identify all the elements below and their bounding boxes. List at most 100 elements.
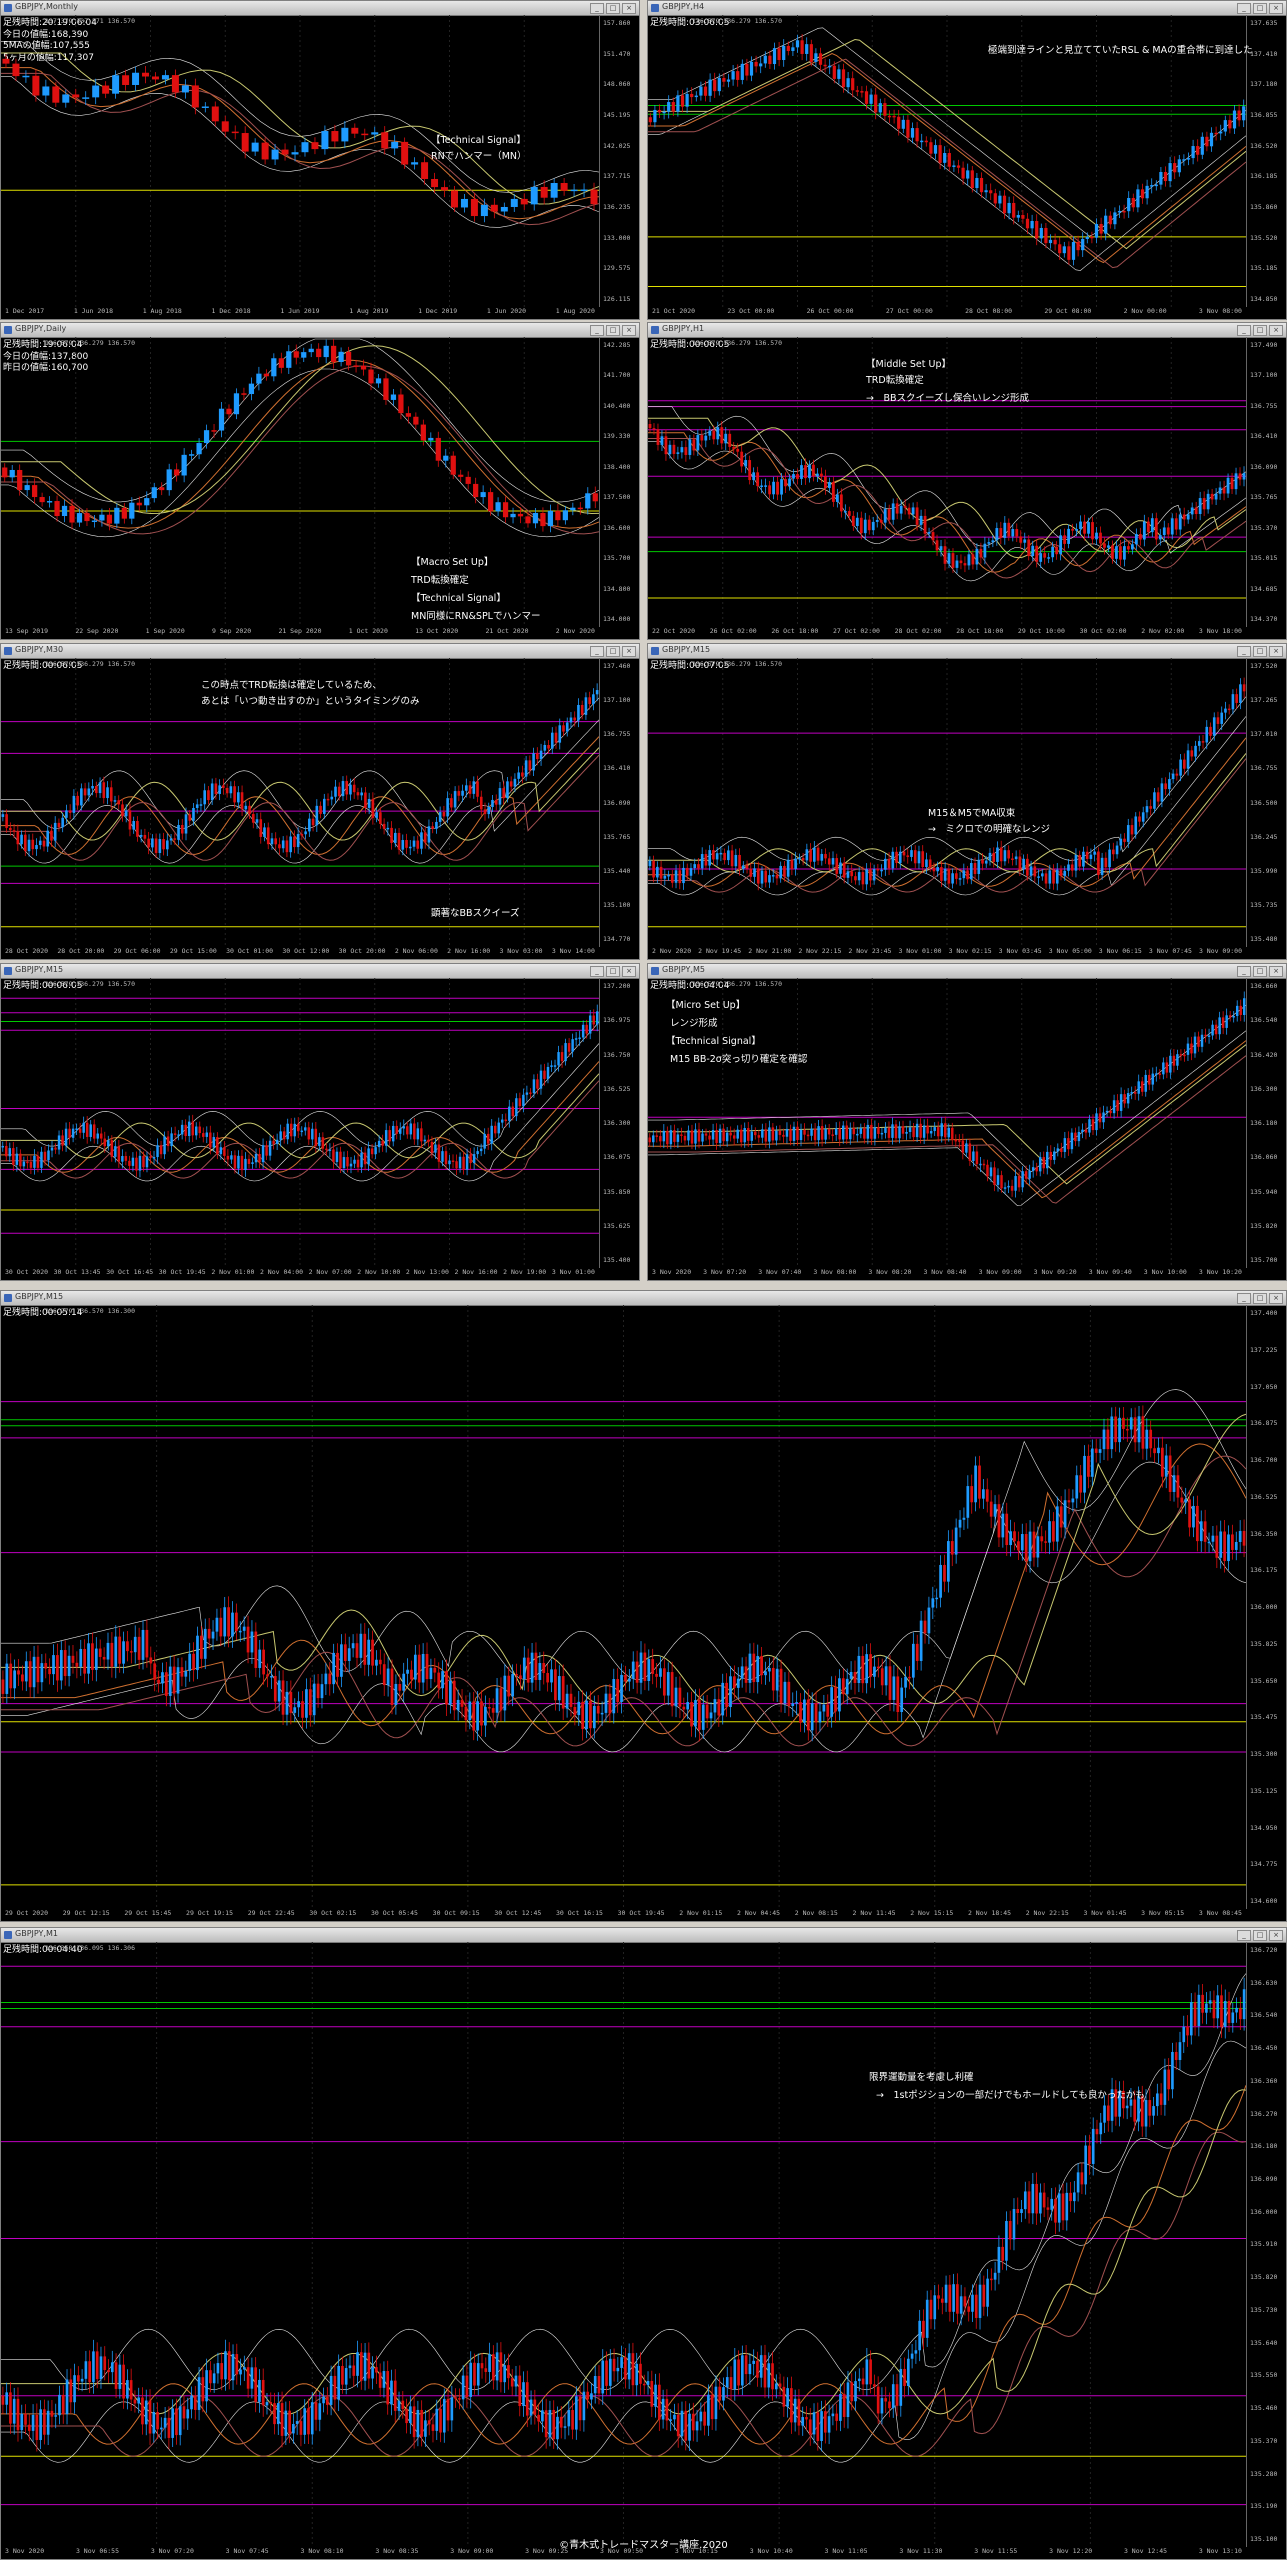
minimize-button[interactable]: _ bbox=[1237, 966, 1251, 977]
chart-window-h1[interactable]: GBPJPY,H1 _ □ × 足残時間:00:06:05 136.579 136.27… bbox=[647, 322, 1287, 640]
chart-plot-area[interactable]: 足残時間:00:07:05 136.579 136.279 136.570 137.… bbox=[648, 658, 1286, 959]
chart-plot-area[interactable]: 足残時間:00:06:05 136.579 136.279 136.570 137.… bbox=[648, 337, 1286, 639]
candle-body bbox=[445, 1671, 448, 1705]
maximize-button[interactable]: □ bbox=[1253, 646, 1267, 657]
chart-window-m15[interactable]: GBPJPY,M15 _ □ × 足残時間:00:06:05 136.579 136.2… bbox=[0, 963, 640, 1281]
minimize-button[interactable]: _ bbox=[1237, 1293, 1251, 1304]
close-button[interactable]: × bbox=[622, 966, 636, 977]
candle-body bbox=[1104, 215, 1108, 234]
window-titlebar[interactable]: GBPJPY,M1 _ □ × bbox=[1, 1928, 1286, 1943]
chart-window-monthly[interactable]: GBPJPY,Monthly _ □ × 足残時間:20:19:06:04 今日の値幅:… bbox=[0, 0, 640, 320]
window-titlebar[interactable]: GBPJPY,M30 _ □ × bbox=[1, 644, 639, 659]
minimize-button[interactable]: _ bbox=[1237, 3, 1251, 14]
minimize-button[interactable]: _ bbox=[590, 325, 604, 336]
price-axis[interactable]: 137.520 137.265 137.010 136.755 136.500 136.2… bbox=[1246, 658, 1286, 947]
price-axis[interactable]: 136.720 136.630 136.540 136.450 136.360 136.2… bbox=[1246, 1942, 1286, 2547]
price-chart[interactable] bbox=[648, 978, 1246, 1268]
time-axis[interactable]: 2 Nov 2020 2 Nov 19:45 2 Nov 21:00 2 Nov 22… bbox=[648, 947, 1246, 959]
time-axis[interactable]: 1 Dec 2017 1 Jun 2018 1 Aug 2018 1 Dec 2018… bbox=[1, 307, 599, 319]
window-titlebar[interactable]: GBPJPY,M5 _ □ × bbox=[648, 964, 1286, 979]
window-titlebar[interactable]: GBPJPY,M15 _ □ × bbox=[1, 1291, 1286, 1306]
window-titlebar[interactable]: GBPJPY,H4 _ □ × bbox=[648, 1, 1286, 16]
close-button[interactable]: × bbox=[1269, 1930, 1283, 1941]
candle-body bbox=[126, 1641, 129, 1652]
minimize-button[interactable]: _ bbox=[1237, 646, 1251, 657]
minimize-button[interactable]: _ bbox=[1237, 325, 1251, 336]
price-axis[interactable]: 137.490 137.100 136.755 136.410 136.090 135.7… bbox=[1246, 337, 1286, 627]
close-button[interactable]: × bbox=[622, 325, 636, 336]
chart-plot-area[interactable]: 足残時間:19:06:04 今日の値幅:137,800 昨日の値幅:160,700 1… bbox=[1, 337, 639, 639]
chart-plot-area[interactable]: 足残時間:00:04:40 136.368 136.095 136.306 136.… bbox=[1, 1942, 1286, 2559]
price-tick-label: 136.420 bbox=[1250, 1050, 1278, 1059]
chart-plot-area[interactable]: 足残時間:00:06:05 136.579 136.279 136.570 137.… bbox=[1, 658, 639, 959]
chart-plot-area[interactable]: 足残時間:20:19:06:04 今日の値幅:168,390 5MAの値幅:107,… bbox=[1, 15, 639, 319]
window-titlebar[interactable]: GBPJPY,Daily _ □ × bbox=[1, 323, 639, 338]
candle-body bbox=[13, 1670, 16, 1689]
price-axis[interactable]: 137.635 137.410 137.180 136.855 136.520 136.1… bbox=[1246, 15, 1286, 307]
minimize-button[interactable]: _ bbox=[590, 966, 604, 977]
candle-body bbox=[1044, 227, 1048, 244]
close-button[interactable]: × bbox=[1269, 646, 1283, 657]
time-axis[interactable]: 30 Oct 2020 30 Oct 13:45 30 Oct 16:45 30 Oc… bbox=[1, 1268, 599, 1280]
price-axis[interactable]: 137.200 136.975 136.750 136.525 136.300 136.0… bbox=[599, 978, 639, 1268]
minimize-button[interactable]: _ bbox=[590, 646, 604, 657]
chart-window-m30[interactable]: GBPJPY,M30 _ □ × 足残時間:00:06:05 136.579 136.2… bbox=[0, 643, 640, 960]
price-chart[interactable] bbox=[648, 658, 1246, 947]
time-axis[interactable]: 13 Sep 2019 22 Sep 2020 1 Sep 2020 9 Sep 20… bbox=[1, 627, 599, 639]
price-chart[interactable] bbox=[648, 337, 1246, 627]
window-titlebar[interactable]: GBPJPY,M15 _ □ × bbox=[1, 964, 639, 979]
price-axis[interactable]: 157.860 151.470 148.060 145.195 142.025 137.7… bbox=[599, 15, 639, 307]
candle-body bbox=[872, 869, 876, 881]
candle-body bbox=[857, 2378, 861, 2382]
time-axis[interactable]: 22 Oct 2020 26 Oct 02:00 26 Oct 18:00 27 Oc… bbox=[648, 627, 1246, 639]
chart-window-m1[interactable]: GBPJPY,M1 _ □ × 足残時間:00:04:40 136.368 136.09… bbox=[0, 1927, 1287, 2560]
maximize-button[interactable]: □ bbox=[606, 646, 620, 657]
price-axis[interactable]: 136.660 136.540 136.420 136.300 136.180 136.0… bbox=[1246, 978, 1286, 1268]
chart-plot-area[interactable]: 足残時間:00:06:05 136.579 136.279 136.570 137.… bbox=[1, 978, 639, 1280]
close-button[interactable]: × bbox=[1269, 966, 1283, 977]
time-axis[interactable]: 29 Oct 2020 29 Oct 12:15 29 Oct 15:45 29 Oc… bbox=[1, 1909, 1246, 1921]
candle-body bbox=[102, 782, 106, 799]
price-axis[interactable]: 142.285 141.700 140.400 139.330 138.400 137.5… bbox=[599, 337, 639, 627]
chart-plot-area[interactable]: 足残時間:03:06:05 136.579 136.279 136.570 137.… bbox=[648, 15, 1286, 319]
minimize-button[interactable]: _ bbox=[590, 3, 604, 14]
maximize-button[interactable]: □ bbox=[606, 3, 620, 14]
close-button[interactable]: × bbox=[1269, 3, 1283, 14]
chart-plot-area[interactable]: 足残時間:00:05:14 136.279 136.570 136.300 137.… bbox=[1, 1305, 1286, 1921]
close-button[interactable]: × bbox=[622, 3, 636, 14]
maximize-button[interactable]: □ bbox=[1253, 1930, 1267, 1941]
close-button[interactable]: × bbox=[1269, 1293, 1283, 1304]
maximize-button[interactable]: □ bbox=[606, 325, 620, 336]
price-chart[interactable] bbox=[1, 978, 599, 1268]
chart-window-m5[interactable]: GBPJPY,M5 _ □ × 足残時間:00:04:04 136.579 136.27… bbox=[647, 963, 1287, 1281]
candle-body bbox=[271, 358, 277, 377]
window-titlebar[interactable]: GBPJPY,H1 _ □ × bbox=[648, 323, 1286, 338]
window-titlebar[interactable]: GBPJPY,Monthly _ □ × bbox=[1, 1, 639, 16]
candle-body bbox=[928, 859, 932, 868]
maximize-button[interactable]: □ bbox=[1253, 325, 1267, 336]
close-button[interactable]: × bbox=[622, 646, 636, 657]
chart-window-m15-top[interactable]: GBPJPY,M15 _ □ × 足残時間:00:07:05 136.579 136.2… bbox=[647, 643, 1287, 960]
price-axis[interactable]: 137.400 137.225 137.050 136.875 136.700 136.5… bbox=[1246, 1305, 1286, 1909]
price-chart[interactable] bbox=[1, 1305, 1246, 1909]
time-axis[interactable]: 3 Nov 2020 3 Nov 07:20 3 Nov 07:40 3 Nov 08… bbox=[648, 1268, 1246, 1280]
chart-plot-area[interactable]: 足残時間:00:04:04 136.579 136.279 136.570 136.… bbox=[648, 978, 1286, 1280]
chart-window-m15-large[interactable]: GBPJPY,M15 _ □ × 足残時間:00:05:14 136.279 136.5… bbox=[0, 1290, 1287, 1922]
maximize-button[interactable]: □ bbox=[1253, 966, 1267, 977]
price-axis[interactable]: 137.460 137.100 136.755 136.410 136.090 135.7… bbox=[599, 658, 639, 947]
price-chart[interactable] bbox=[1, 337, 599, 627]
price-chart[interactable] bbox=[1, 1942, 1246, 2547]
time-axis[interactable]: 28 Oct 2020 28 Oct 20:00 29 Oct 06:00 29 Oc… bbox=[1, 947, 599, 959]
maximize-button[interactable]: □ bbox=[1253, 1293, 1267, 1304]
chart-window-h4[interactable]: GBPJPY,H4 _ □ × 足残時間:03:06:05 136.579 136.27… bbox=[647, 0, 1287, 320]
time-axis[interactable]: 21 Oct 2020 23 Oct 00:00 26 Oct 00:00 27 Oc… bbox=[648, 307, 1246, 319]
close-button[interactable]: × bbox=[1269, 325, 1283, 336]
chart-window-daily[interactable]: GBPJPY,Daily _ □ × 足残時間:19:06:04 今日の値幅:137,8… bbox=[0, 322, 640, 640]
maximize-button[interactable]: □ bbox=[606, 966, 620, 977]
candle-body bbox=[793, 2398, 797, 2423]
price-chart[interactable] bbox=[648, 15, 1246, 307]
maximize-button[interactable]: □ bbox=[1253, 3, 1267, 14]
annotation-text: TRD転換確定 bbox=[866, 375, 924, 386]
minimize-button[interactable]: _ bbox=[1237, 1930, 1251, 1941]
window-titlebar[interactable]: GBPJPY,M15 _ □ × bbox=[648, 644, 1286, 659]
